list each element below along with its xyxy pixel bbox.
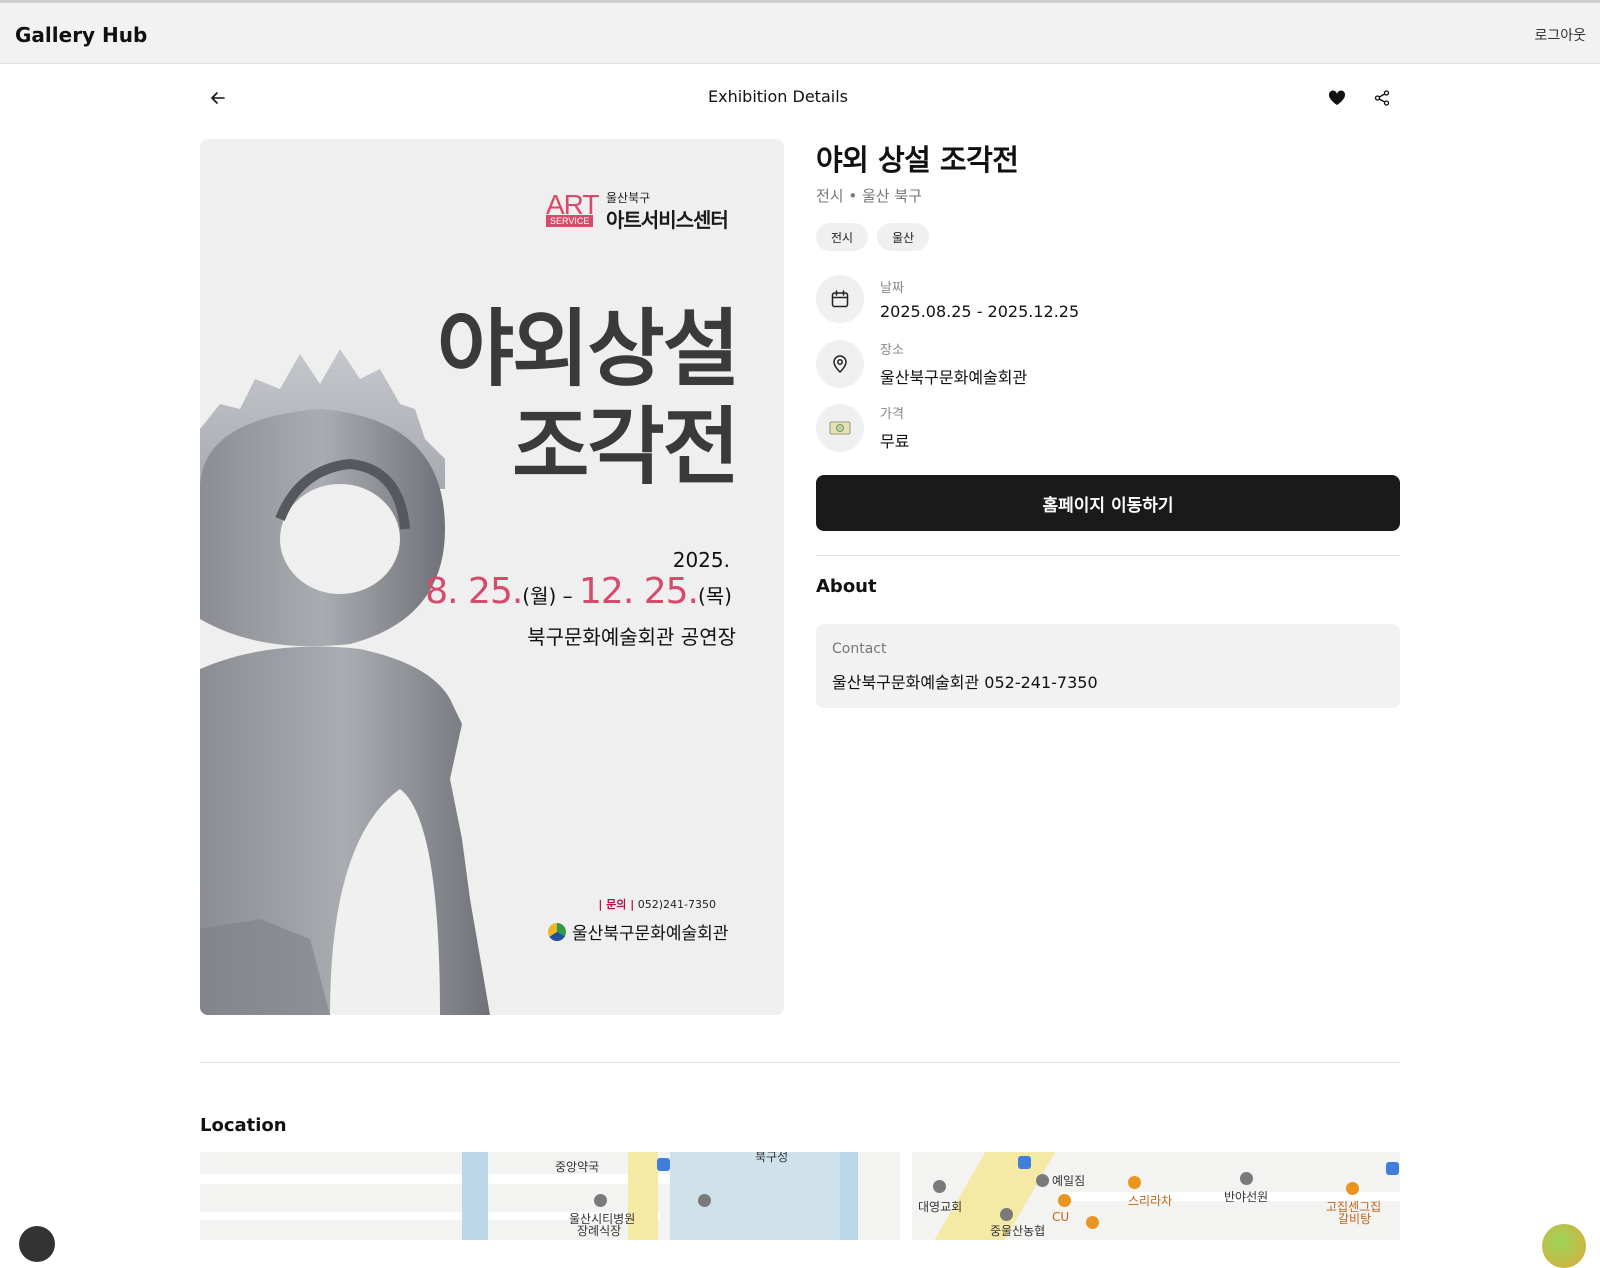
map-label: 예일짐 xyxy=(1052,1174,1086,1188)
poster-contact-label: | 문의 | xyxy=(598,898,635,911)
poster-venue: 북구문화예술회관 공연장 xyxy=(527,625,736,649)
price-value: 무료 xyxy=(880,432,910,451)
map-label: 중울산농협 xyxy=(990,1224,1046,1238)
tag-list: 전시 울산 xyxy=(816,223,930,251)
poster-start-day: (월) xyxy=(522,584,557,608)
heart-icon xyxy=(1328,90,1346,105)
bank-pin-icon xyxy=(1000,1208,1013,1221)
favorite-button[interactable] xyxy=(1323,84,1351,112)
calendar-icon xyxy=(816,275,864,323)
parking-icon xyxy=(698,1194,711,1207)
map-street xyxy=(200,1174,670,1184)
map-river xyxy=(462,1152,488,1240)
map-label: 반야선원 xyxy=(1224,1190,1269,1204)
info-price: 가격 무료 xyxy=(816,403,909,452)
poster-title-line2: 조각전 xyxy=(512,398,740,496)
contact-value: 울산북구문화예술회관 052-241-7350 xyxy=(832,673,1098,692)
gym-pin-icon xyxy=(1036,1174,1049,1187)
restaurant-pin-icon xyxy=(1128,1176,1141,1189)
exhibition-subtitle: 전시 • 울산 북구 xyxy=(816,187,922,205)
contact-label: Contact xyxy=(832,641,887,657)
divider xyxy=(816,555,1400,556)
poster-end-date: 12. 25. xyxy=(579,571,699,612)
map-park xyxy=(670,1152,840,1240)
map-label: 장례식장 xyxy=(577,1224,622,1238)
location-heading: Location xyxy=(200,1115,287,1136)
brand-logo[interactable]: Gallery Hub xyxy=(15,23,147,47)
bus-stop-icon xyxy=(1018,1156,1031,1169)
poster-logo-main: 아트서비스센터 xyxy=(606,208,729,232)
info-place: 장소 울산북구문화예술회관 xyxy=(816,339,1027,388)
homepage-button[interactable]: 홈페이지 이동하기 xyxy=(816,475,1400,531)
location-map[interactable]: 중앙약국 울산시티병원 장례식장 북구성 대영교회 예일짐 CU 중울산농협 스… xyxy=(200,1152,1400,1240)
share-icon xyxy=(1374,90,1390,106)
church-pin-icon xyxy=(933,1180,946,1193)
bus-stop-icon xyxy=(1386,1162,1399,1175)
app-bar: Gallery Hub 로그아웃 xyxy=(0,3,1600,64)
poster-title-line1: 야외상설 xyxy=(436,300,740,398)
bus-stop-icon xyxy=(657,1158,670,1171)
poster-organizer-name: 울산북구문화예술회관 xyxy=(572,924,729,944)
section-divider xyxy=(200,1062,1400,1063)
poster-date-dash: – xyxy=(556,584,580,608)
temple-pin-icon xyxy=(1240,1172,1253,1185)
exhibition-poster: ART SERVICE 울산북구 아트서비스센터 야외상설 조각전 2025. … xyxy=(200,139,784,1015)
poster-year: 2025. xyxy=(672,548,730,572)
tag-chip[interactable]: 울산 xyxy=(877,223,930,251)
map-pin-icon xyxy=(816,339,864,388)
place-label: 장소 xyxy=(880,343,904,358)
map-river xyxy=(840,1152,858,1240)
poster-contact-number: 052)241-7350 xyxy=(637,898,716,911)
restaurant-pin-icon xyxy=(1346,1182,1359,1195)
poster-contact: | 문의 | 052)241-7350 xyxy=(598,896,716,912)
money-icon xyxy=(816,403,864,452)
place-value: 울산북구문화예술회관 xyxy=(880,368,1028,387)
logout-button[interactable]: 로그아웃 xyxy=(1534,25,1586,45)
convenience-store-pin-icon xyxy=(1058,1194,1071,1207)
map-label: 중앙약국 xyxy=(555,1160,600,1174)
poster-start-date: 8. 25. xyxy=(425,571,523,612)
tag-chip[interactable]: 전시 xyxy=(816,223,869,251)
map-label: 대영교회 xyxy=(918,1200,963,1214)
map-label: 북구성 xyxy=(755,1152,789,1164)
poster-logo-service: SERVICE xyxy=(546,215,594,227)
map-label: CU xyxy=(1052,1210,1070,1224)
hospital-pin-icon xyxy=(594,1194,607,1207)
floating-button[interactable] xyxy=(19,1226,55,1262)
floating-badge[interactable] xyxy=(1542,1224,1586,1268)
info-date: 날짜 2025.08.25 - 2025.12.25 xyxy=(816,275,1079,323)
share-button[interactable] xyxy=(1368,84,1396,112)
contact-card: Contact 울산북구문화예술회관 052-241-7350 xyxy=(816,624,1400,708)
map-label: 스리라차 xyxy=(1128,1194,1173,1208)
organizer-logo-icon xyxy=(548,922,566,941)
restaurant-pin-icon xyxy=(1086,1216,1099,1229)
poster-dates: 8. 25.(월) – 12. 25.(목) xyxy=(425,571,732,612)
date-value: 2025.08.25 - 2025.12.25 xyxy=(880,302,1080,321)
poster-end-day: (목) xyxy=(697,584,732,608)
exhibition-title: 야외 상설 조각전 xyxy=(816,143,1019,177)
price-label: 가격 xyxy=(880,407,904,422)
map-street xyxy=(900,1152,912,1240)
date-label: 날짜 xyxy=(880,281,904,296)
map-label: 갈비탕 xyxy=(1338,1212,1372,1226)
about-heading: About xyxy=(816,576,877,597)
poster-organizer: 울산북구문화예술회관 xyxy=(548,919,728,944)
